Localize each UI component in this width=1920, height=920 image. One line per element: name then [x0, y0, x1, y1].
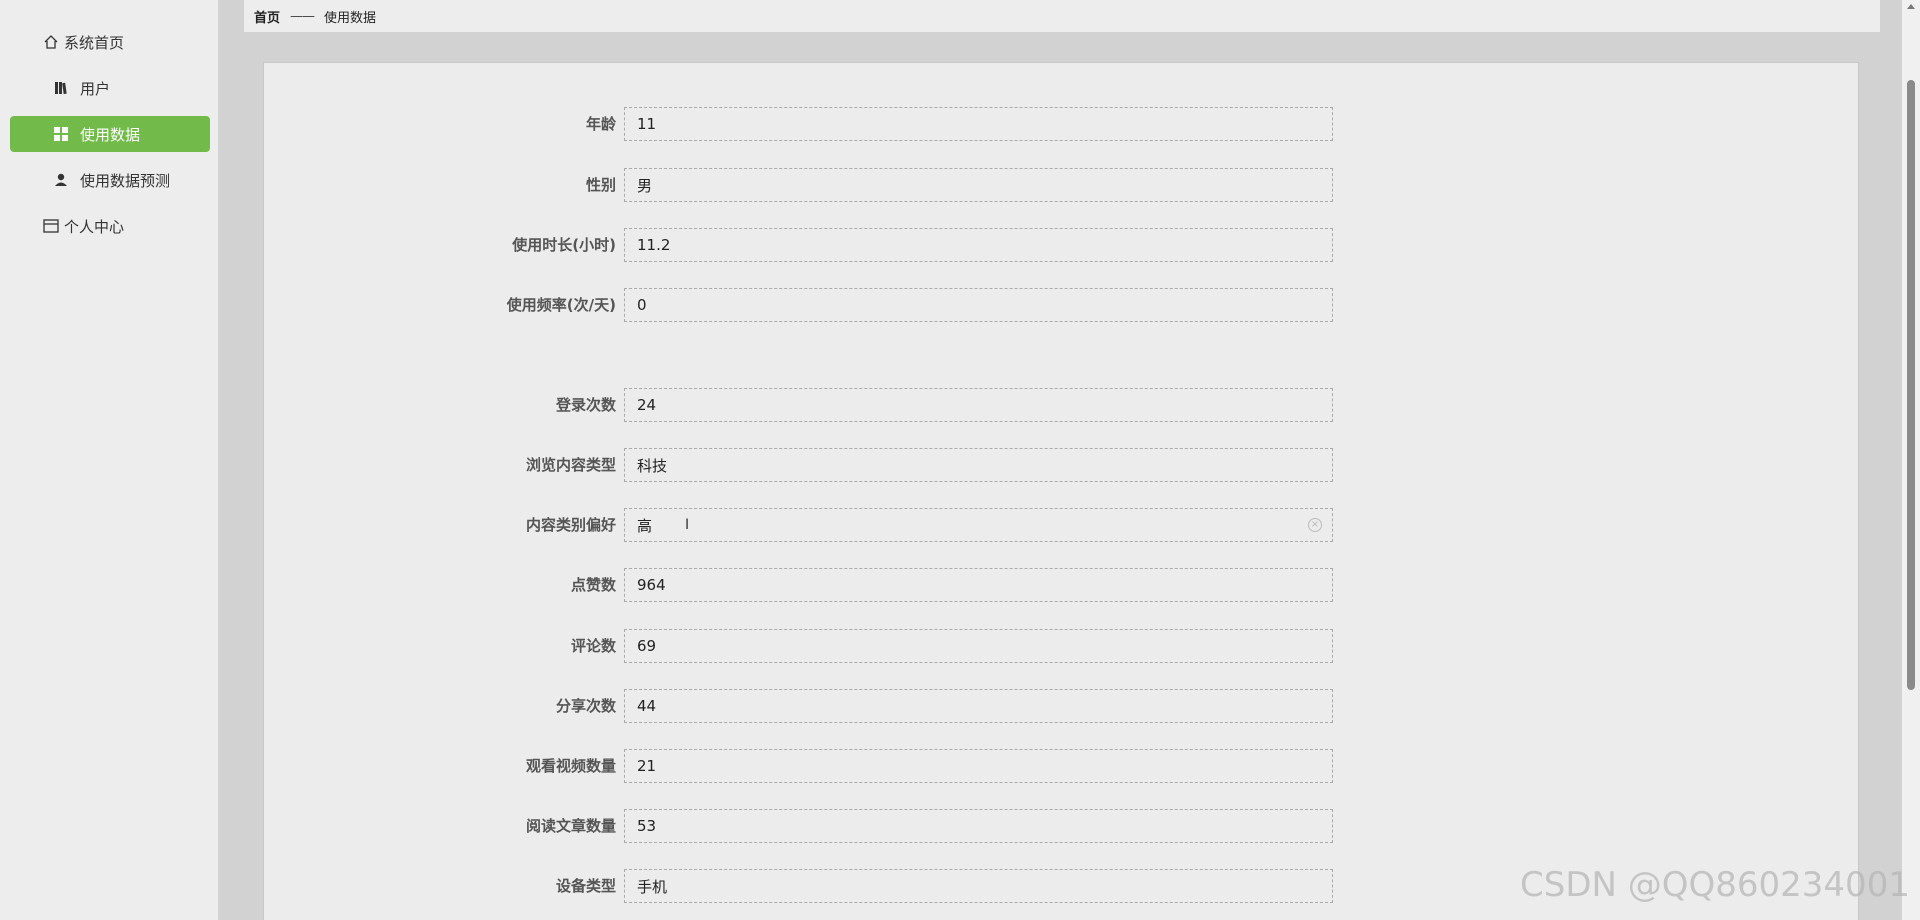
device-type-field[interactable]: 手机 — [624, 869, 1333, 903]
breadcrumb-home[interactable]: 首页 — [254, 7, 280, 26]
likes-field[interactable]: 964 — [624, 568, 1333, 602]
content-preference-field[interactable]: 高 I × — [624, 508, 1333, 542]
user-icon — [52, 171, 70, 189]
field-label: 性别 — [585, 176, 616, 194]
sidebar-item-label: 个人中心 — [64, 217, 125, 236]
videos-watched-field[interactable]: 21 — [624, 749, 1333, 783]
sidebar-item-usage-data[interactable]: 使用数据 — [10, 116, 210, 152]
sidebar-item-label: 使用数据预测 — [80, 171, 171, 190]
sidebar-item-profile[interactable]: 个人中心 — [42, 208, 124, 244]
breadcrumb-current: 使用数据 — [324, 10, 377, 26]
content-type-field[interactable]: 科技 — [624, 448, 1333, 482]
field-label: 阅读文章数量 — [525, 817, 616, 835]
sidebar-item-users[interactable]: 用户 — [52, 70, 110, 106]
field-label: 设备类型 — [555, 877, 616, 895]
watermark: CSDN @QQ860234001 — [1520, 865, 1910, 905]
shares-field[interactable]: 44 — [624, 689, 1333, 723]
field-label: 年龄 — [585, 115, 616, 133]
field-label: 观看视频数量 — [525, 757, 616, 775]
main-content: 首页 —— 使用数据 年龄 11 性别 男 使用时长(小时) 11.2 使用频率… — [218, 0, 1902, 920]
field-label: 登录次数 — [555, 396, 616, 414]
field-label: 使用频率(次/天) — [506, 296, 616, 314]
scroll-thumb[interactable] — [1907, 80, 1915, 690]
field-label: 评论数 — [570, 637, 616, 655]
home-icon — [42, 33, 60, 51]
field-label: 内容类别偏好 — [525, 516, 616, 534]
sidebar-item-usage-prediction[interactable]: 使用数据预测 — [52, 162, 170, 198]
breadcrumb-separator: —— — [290, 8, 315, 24]
sidebar-item-label: 使用数据 — [80, 125, 141, 144]
vertical-scrollbar[interactable] — [1902, 0, 1920, 920]
books-icon — [52, 79, 70, 97]
window-icon — [42, 217, 60, 235]
usage-frequency-field[interactable]: 0 — [624, 288, 1333, 322]
field-label: 浏览内容类型 — [525, 456, 616, 474]
articles-read-field[interactable]: 53 — [624, 809, 1333, 843]
detail-form: 年龄 11 性别 男 使用时长(小时) 11.2 使用频率(次/天) 0 登录次… — [263, 62, 1859, 920]
field-label: 分享次数 — [555, 697, 616, 715]
sidebar: 系统首页 用户 使用数据 使用数据预测 个人中心 — [0, 0, 218, 920]
field-label: 点赞数 — [570, 576, 616, 594]
gender-field[interactable]: 男 — [624, 168, 1333, 202]
sidebar-item-home[interactable]: 系统首页 — [42, 24, 124, 60]
scroll-up-arrow-icon[interactable] — [1907, 4, 1915, 9]
login-count-field[interactable]: 24 — [624, 388, 1333, 422]
text-cursor-icon: I — [685, 517, 690, 533]
age-field[interactable]: 11 — [624, 107, 1333, 141]
clear-icon[interactable]: × — [1308, 518, 1322, 532]
comments-field[interactable]: 69 — [624, 629, 1333, 663]
field-label: 使用时长(小时) — [512, 236, 616, 254]
breadcrumb: 首页 —— 使用数据 — [244, 0, 1880, 32]
sidebar-item-label: 系统首页 — [64, 33, 125, 52]
grid-icon — [52, 125, 70, 143]
usage-hours-field[interactable]: 11.2 — [624, 228, 1333, 262]
sidebar-item-label: 用户 — [80, 79, 111, 98]
